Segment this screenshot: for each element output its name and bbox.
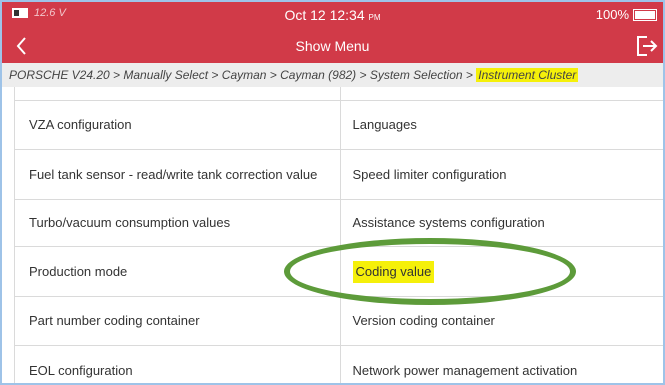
menu-item-speed-limiter[interactable]: Speed limiter configuration — [340, 150, 663, 200]
breadcrumb-path: PORSCHE V24.20 > Manually Select > Cayma… — [9, 68, 477, 82]
menu-item-vza-configuration[interactable]: VZA configuration — [15, 101, 341, 150]
menu-item-eol-configuration[interactable]: EOL configuration — [15, 346, 341, 383]
menu-item-version-coding[interactable]: Version coding container — [340, 297, 663, 346]
breadcrumb: PORSCHE V24.20 > Manually Select > Cayma… — [2, 63, 663, 87]
clock-time: Oct 12 12:34 — [284, 7, 365, 23]
menu-top-stub — [15, 87, 663, 101]
page-title: Show Menu — [295, 38, 370, 54]
annotation-circle — [284, 238, 576, 305]
menu-item-label: Turbo/vacuum consumption values — [29, 215, 231, 230]
menu-row: Turbo/vacuum consumption values Assistan… — [15, 200, 663, 247]
menu-item-label: Speed limiter configuration — [352, 166, 507, 182]
menu-item-part-number-coding[interactable]: Part number coding container — [15, 297, 341, 346]
menu-row: Part number coding container Version cod… — [15, 297, 663, 346]
battery-icon — [633, 8, 657, 21]
title-bar: Show Menu — [2, 29, 663, 63]
menu-item-label: Part number coding container — [29, 313, 200, 328]
menu-item-network-power[interactable]: Network power management activation — [341, 346, 664, 383]
menu-item-label: EOL configuration — [29, 362, 133, 378]
menu-item-label: Languages — [352, 117, 417, 132]
clock-ampm: PM — [368, 13, 381, 22]
menu-item-label: Version coding container — [352, 313, 495, 328]
app-window: 12.6 V Oct 12 12:34 PM 100% Show Menu PO… — [0, 0, 665, 385]
menu-row: VZA configuration Languages — [15, 101, 663, 150]
menu-grid: VZA configuration Languages Fuel tank se… — [14, 87, 664, 383]
exit-icon — [637, 36, 658, 56]
menu-item-languages[interactable]: Languages — [340, 101, 663, 150]
menu-item-label: Network power management activation — [352, 362, 578, 378]
menu-item-label: Assistance systems configuration — [352, 215, 545, 230]
menu-item-label: Production mode — [29, 263, 128, 279]
menu-row: EOL configuration Network power manageme… — [15, 346, 664, 383]
menu-row: Fuel tank sensor - read/write tank corre… — [15, 150, 663, 200]
menu-item-label: Fuel tank sensor - read/write tank corre… — [29, 166, 318, 182]
status-right: 100% — [596, 7, 657, 22]
clock: Oct 12 12:34 PM — [2, 7, 663, 23]
exit-button[interactable] — [633, 33, 659, 59]
menu-item-label: VZA configuration — [29, 117, 132, 132]
menu-item-fuel-tank-sensor[interactable]: Fuel tank sensor - read/write tank corre… — [15, 150, 341, 200]
status-bar: 12.6 V Oct 12 12:34 PM 100% — [2, 2, 663, 29]
stub-left — [15, 87, 341, 101]
stub-right — [340, 87, 663, 101]
battery-percent: 100% — [595, 7, 629, 22]
menu-item-turbo-vacuum[interactable]: Turbo/vacuum consumption values — [15, 200, 341, 247]
breadcrumb-current: Instrument Cluster — [476, 68, 579, 82]
